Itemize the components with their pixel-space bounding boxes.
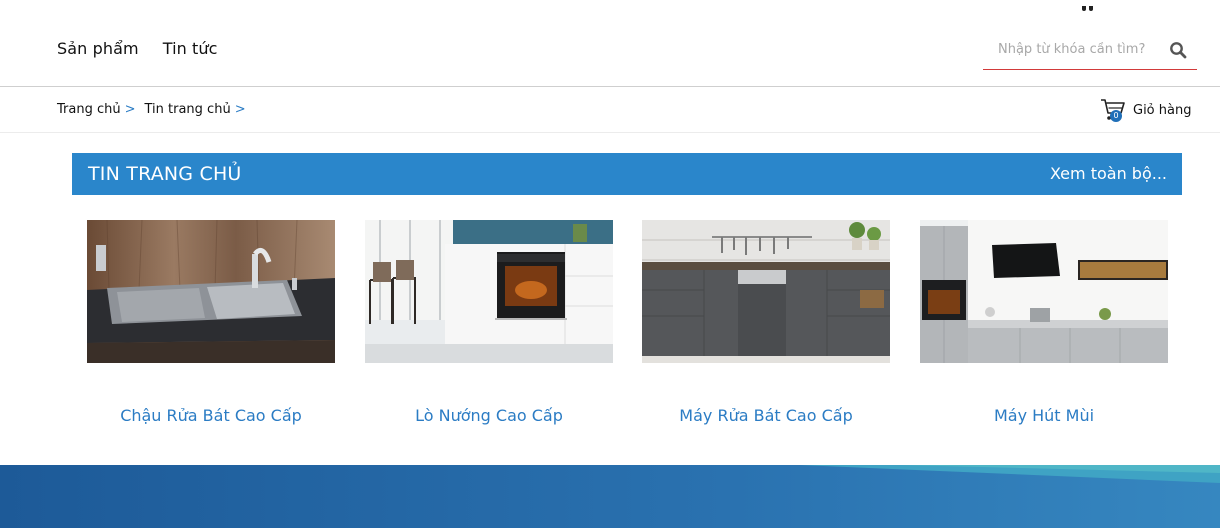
main-nav: Sản phẩm Tin tức	[57, 39, 218, 58]
breadcrumb: Trang chủ > Tin trang chủ >	[57, 102, 255, 117]
article-card[interactable]: Chậu Rửa Bát Cao Cấp	[87, 220, 335, 425]
section-header: TIN TRANG CHỦ Xem toàn bộ...	[72, 153, 1182, 195]
chevron-right-icon: >	[124, 102, 136, 117]
breadcrumb-home[interactable]: Trang chủ	[57, 102, 121, 117]
article-card[interactable]: Lò Nướng Cao Cấp	[365, 220, 613, 425]
breadcrumb-bar: Trang chủ > Tin trang chủ > 0 Giỏ hàng	[0, 88, 1220, 133]
dishwasher-photo[interactable]	[642, 220, 890, 363]
search-box	[983, 33, 1197, 70]
breadcrumb-home-news[interactable]: Tin trang chủ	[145, 102, 231, 117]
oven-photo[interactable]	[365, 220, 613, 363]
cart-icon: 0	[1100, 98, 1126, 122]
site-header: Sản phẩm Tin tức	[0, 0, 1220, 87]
search-icon[interactable]	[1169, 41, 1187, 59]
header-top-icon-fragment	[1082, 0, 1106, 11]
nav-item-products[interactable]: Sản phẩm	[57, 39, 139, 58]
nav-item-news[interactable]: Tin tức	[163, 39, 218, 58]
section-title: TIN TRANG CHỦ	[88, 163, 242, 185]
article-title[interactable]: Máy Rửa Bát Cao Cấp	[622, 406, 910, 425]
range-hood-photo[interactable]	[920, 220, 1168, 363]
footer-band	[0, 465, 1220, 528]
sink-photo[interactable]	[87, 220, 335, 363]
article-card[interactable]: Máy Hút Mùi	[920, 220, 1168, 425]
chevron-right-icon: >	[234, 102, 246, 117]
cart-count-badge: 0	[1110, 110, 1122, 122]
article-title[interactable]: Máy Hút Mùi	[900, 406, 1188, 425]
view-all-link[interactable]: Xem toàn bộ...	[1050, 164, 1167, 183]
article-card[interactable]: Máy Rửa Bát Cao Cấp	[642, 220, 890, 425]
search-input[interactable]	[983, 33, 1163, 65]
cart-label: Giỏ hàng	[1133, 102, 1192, 118]
cart-link[interactable]: 0 Giỏ hàng	[1100, 98, 1191, 122]
article-title[interactable]: Chậu Rửa Bát Cao Cấp	[67, 406, 355, 425]
article-title[interactable]: Lò Nướng Cao Cấp	[345, 406, 633, 425]
